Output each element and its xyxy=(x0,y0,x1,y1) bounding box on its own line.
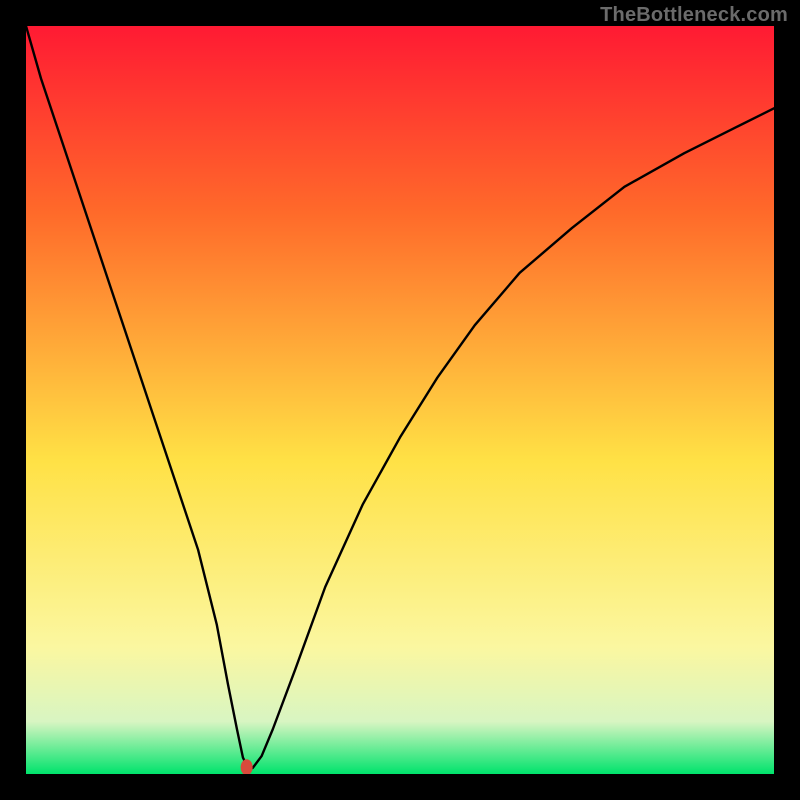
chart-frame: TheBottleneck.com xyxy=(0,0,800,800)
plot-area xyxy=(26,26,774,774)
watermark-text: TheBottleneck.com xyxy=(600,4,788,27)
plot-svg xyxy=(26,26,774,774)
gradient-background xyxy=(26,26,774,774)
